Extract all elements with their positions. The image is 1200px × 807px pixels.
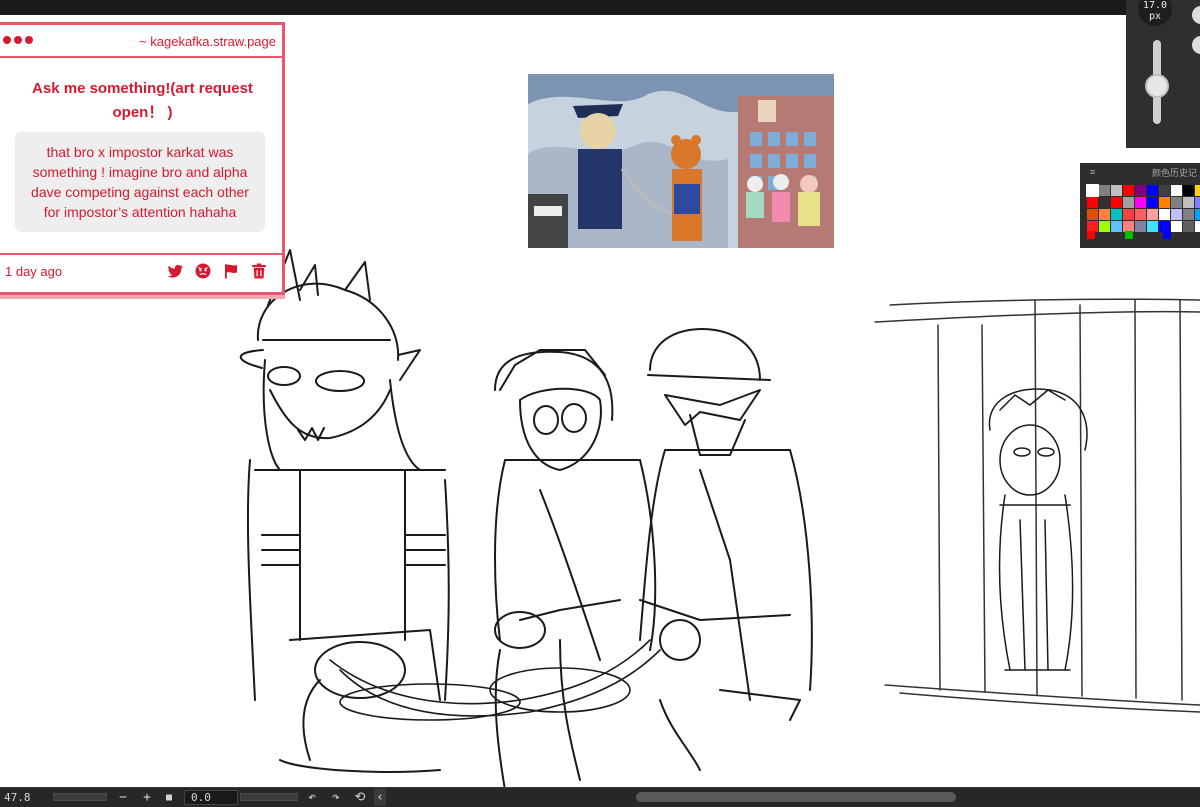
color-swatch[interactable] [1147,209,1158,220]
color-swatch[interactable] [1111,209,1122,220]
window-dots [3,36,33,44]
color-swatch[interactable] [1195,197,1200,208]
color-swatch[interactable] [1147,197,1158,208]
color-swatch[interactable] [1111,197,1122,208]
sketch-figure-left [239,249,450,773]
reset-rotation-icon[interactable]: ⟲ [352,789,368,806]
color-swatch[interactable] [1171,185,1182,196]
color-swatch-grid [1086,184,1200,232]
brush-size-panel: 17.0 px [1126,0,1200,148]
reference-image [528,74,834,248]
recent-color-swatch[interactable] [1125,231,1133,239]
color-swatch[interactable] [1087,209,1098,220]
zoom-out-button[interactable]: − [116,789,130,806]
fit-screen-button[interactable]: ■ [162,789,176,806]
sketch-figure-right [639,328,813,771]
zoom-slider[interactable] [53,793,107,801]
panel-knob[interactable] [1192,6,1200,24]
brush-size-readout: 17.0 px [1138,0,1172,26]
angry-face-icon[interactable] [194,262,212,280]
dot [14,36,22,44]
zoom-field[interactable]: 47.8 [0,790,52,805]
zoom-in-button[interactable]: + [140,789,154,806]
trash-icon[interactable] [250,262,268,280]
brush-size-unit: px [1148,11,1162,22]
ask-message: that bro x impostor karkat was something… [15,132,265,232]
sketch-figure-caged [988,388,1088,671]
color-swatch[interactable] [1159,185,1170,196]
panel-knob[interactable] [1192,36,1200,54]
ask-card-header: ~ kagekafka.straw.page [0,25,282,58]
color-swatch[interactable] [1183,185,1194,196]
color-swatch[interactable] [1099,185,1110,196]
color-swatch[interactable] [1111,185,1122,196]
horizontal-scrollbar[interactable] [636,792,956,802]
color-swatch[interactable] [1183,197,1194,208]
drawing-app: ~ kagekafka.straw.page Ask me something!… [0,0,1200,807]
recent-color-swatch[interactable] [1163,231,1171,239]
color-swatch[interactable] [1183,209,1194,220]
twitter-icon[interactable] [166,262,184,280]
collapse-icon[interactable]: ‹ [374,789,386,806]
color-swatch[interactable] [1086,184,1099,197]
color-swatch[interactable] [1123,209,1134,220]
ask-host-link[interactable]: ~ kagekafka.straw.page [139,34,276,49]
color-swatch[interactable] [1099,197,1110,208]
brush-size-value: 17.0 [1142,0,1168,11]
brush-size-slider-thumb[interactable] [1145,74,1169,99]
ask-timestamp: 1 day ago [5,264,63,279]
color-swatch[interactable] [1087,197,1098,208]
recent-colors [1087,231,1197,241]
color-swatch[interactable] [1135,185,1146,196]
ask-actions [166,262,268,280]
color-swatch[interactable] [1195,185,1200,196]
rotation-slider[interactable] [240,793,298,801]
color-swatch[interactable] [1123,197,1134,208]
color-swatch[interactable] [1159,197,1170,208]
sketch-figure-middle [494,349,657,791]
color-swatch[interactable] [1147,185,1158,196]
color-swatch[interactable] [1195,209,1200,220]
color-swatch[interactable] [1171,197,1182,208]
color-swatch[interactable] [1135,197,1146,208]
ask-title: Ask me something!(art request open！ ) [32,80,253,121]
color-swatch[interactable] [1123,185,1134,196]
ask-card-footer: 1 day ago [0,253,282,286]
rotate-right-icon[interactable]: ↷ [328,789,344,806]
ask-card: ~ kagekafka.straw.page Ask me something!… [0,22,285,295]
color-history-title: 颜色历史记 [1152,168,1198,178]
color-history-panel: ≡ 颜色历史记 [1080,163,1200,248]
dot [25,36,33,44]
color-swatch[interactable] [1135,209,1146,220]
menu-icon[interactable]: ≡ [1090,167,1095,177]
color-swatch[interactable] [1159,209,1170,220]
rotate-left-icon[interactable]: ↶ [304,789,320,806]
dot [3,36,11,44]
color-swatch[interactable] [1099,209,1110,220]
color-swatch[interactable] [1171,209,1182,220]
rotation-field[interactable]: 0.0 [184,790,238,805]
status-bar: 47.8 − + ■ 0.0 ↶ ↷ ⟲ ‹ [0,787,1200,807]
recent-color-swatch[interactable] [1087,231,1095,239]
flag-icon[interactable] [222,262,240,280]
